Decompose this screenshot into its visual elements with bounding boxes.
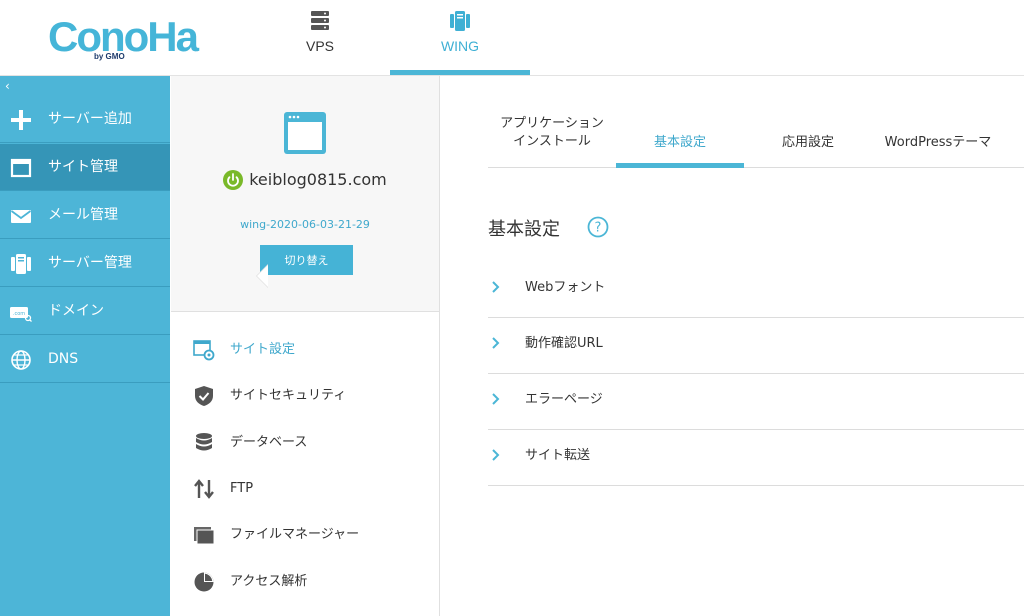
tab-wing[interactable]: WING bbox=[390, 0, 530, 75]
switch-site-button[interactable]: 切り替え bbox=[260, 245, 353, 275]
sidebar-item-domain[interactable]: .com ドメイン bbox=[0, 288, 170, 335]
accordion-label: エラーページ bbox=[525, 392, 603, 407]
tab-app-install-line2: インストール bbox=[513, 134, 591, 149]
wing-server-icon bbox=[450, 11, 470, 31]
site-panel: keiblog0815.com wing-2020-06-03-21-29 切り… bbox=[171, 76, 440, 616]
server-rack-icon bbox=[311, 11, 329, 30]
browser-window-icon bbox=[284, 112, 326, 154]
menu-item-ftp[interactable]: FTP bbox=[193, 474, 423, 504]
site-settings-icon bbox=[193, 340, 215, 361]
sidebar-item-mail-management[interactable]: メール管理 bbox=[0, 192, 170, 239]
accordion-label: サイト転送 bbox=[525, 448, 591, 463]
menu-item-database[interactable]: データベース bbox=[193, 428, 423, 458]
sidebar: ‹ サーバー追加 サイト管理 メール管理 サーバー管理 .com ドメイン DN… bbox=[0, 76, 170, 616]
accordion-label: 動作確認URL bbox=[525, 336, 603, 351]
conoha-logo[interactable]: ConoHa by GMO bbox=[48, 12, 199, 62]
site-domain: keiblog0815.com bbox=[249, 170, 387, 189]
tab-wordpress-theme[interactable]: WordPressテーマ bbox=[872, 100, 1004, 167]
chevron-right-icon bbox=[492, 393, 500, 405]
accordion-row-error-page[interactable]: エラーページ bbox=[488, 374, 1024, 430]
accordion-row-verify-url[interactable]: 動作確認URL bbox=[488, 318, 1024, 374]
site-domain-row: keiblog0815.com bbox=[171, 169, 439, 190]
tab-applied-settings-label: 応用設定 bbox=[781, 135, 834, 150]
top-bar: ConoHa by GMO VPS WING bbox=[0, 0, 1024, 76]
accordion-label: Webフォント bbox=[525, 280, 606, 295]
mail-icon bbox=[10, 210, 32, 223]
window-icon bbox=[10, 158, 32, 178]
sidebar-item-label: サーバー追加 bbox=[48, 111, 132, 127]
accordion-row-web-font[interactable]: Webフォント bbox=[488, 262, 1024, 318]
sidebar-item-dns[interactable]: DNS bbox=[0, 336, 170, 383]
logo-sub: by GMO bbox=[94, 52, 125, 61]
accordion-row-site-redirect[interactable]: サイト転送 bbox=[488, 430, 1024, 486]
section-title: 基本設定 bbox=[488, 219, 560, 240]
globe-icon bbox=[11, 350, 31, 370]
sidebar-item-server-management[interactable]: サーバー管理 bbox=[0, 240, 170, 287]
tab-applied-settings[interactable]: 応用設定 bbox=[744, 100, 872, 167]
tab-app-install[interactable]: アプリケーション インストール bbox=[488, 100, 616, 167]
sidebar-item-label: サイト管理 bbox=[48, 159, 118, 175]
server-icon bbox=[11, 254, 31, 274]
chevron-right-icon bbox=[492, 449, 500, 461]
menu-item-label: アクセス解析 bbox=[230, 574, 308, 589]
menu-item-access-analysis[interactable]: アクセス解析 bbox=[193, 567, 423, 597]
tab-wordpress-theme-label: WordPressテーマ bbox=[884, 135, 992, 150]
plus-icon bbox=[11, 110, 31, 130]
menu-item-site-settings[interactable]: サイト設定 bbox=[193, 335, 423, 365]
folder-icon bbox=[194, 527, 215, 545]
pie-chart-icon bbox=[194, 572, 214, 592]
tabs-divider bbox=[488, 167, 1024, 168]
menu-item-label: データベース bbox=[230, 435, 308, 450]
sidebar-item-add-server[interactable]: サーバー追加 bbox=[0, 96, 170, 143]
svg-text:?: ? bbox=[595, 221, 602, 236]
tab-app-install-line1: アプリケーション bbox=[500, 116, 604, 131]
menu-item-file-manager[interactable]: ファイルマネージャー bbox=[193, 520, 423, 550]
active-subtab-indicator bbox=[616, 163, 744, 168]
transfer-arrows-icon bbox=[194, 479, 214, 499]
sidebar-item-label: サーバー管理 bbox=[48, 255, 132, 271]
chevron-right-icon bbox=[492, 281, 500, 293]
sidebar-item-label: ドメイン bbox=[48, 303, 104, 319]
tab-basic-settings-label: 基本設定 bbox=[653, 135, 706, 150]
menu-item-site-security[interactable]: サイトセキュリティ bbox=[193, 381, 423, 411]
database-icon bbox=[196, 433, 212, 451]
site-summary: keiblog0815.com wing-2020-06-03-21-29 切り… bbox=[171, 76, 439, 312]
shield-check-icon bbox=[195, 386, 213, 406]
menu-item-label: サイト設定 bbox=[230, 342, 296, 357]
menu-item-label: サイトセキュリティ bbox=[230, 388, 347, 403]
tab-basic-settings[interactable]: 基本設定 bbox=[616, 100, 744, 167]
sidebar-item-label: メール管理 bbox=[48, 207, 118, 223]
sidebar-item-site-management[interactable]: サイト管理 bbox=[0, 144, 170, 191]
help-icon[interactable]: ? bbox=[587, 216, 609, 238]
active-tab-indicator bbox=[390, 70, 530, 75]
active-menu-pointer-fill bbox=[257, 265, 268, 287]
domain-com-icon: .com bbox=[10, 307, 32, 322]
tab-wing-label: WING bbox=[440, 38, 480, 54]
menu-item-label: FTP bbox=[230, 481, 254, 496]
menu-item-label: ファイルマネージャー bbox=[230, 527, 360, 542]
server-name: wing-2020-06-03-21-29 bbox=[240, 218, 370, 231]
chevron-right-icon bbox=[492, 337, 500, 349]
power-on-icon bbox=[223, 169, 244, 190]
collapse-sidebar-button[interactable]: ‹ bbox=[0, 76, 170, 96]
tab-vps[interactable]: VPS bbox=[272, 0, 368, 75]
tab-vps-label: VPS bbox=[305, 38, 334, 54]
sidebar-item-label: DNS bbox=[48, 351, 79, 367]
svg-text:.com: .com bbox=[13, 311, 25, 317]
